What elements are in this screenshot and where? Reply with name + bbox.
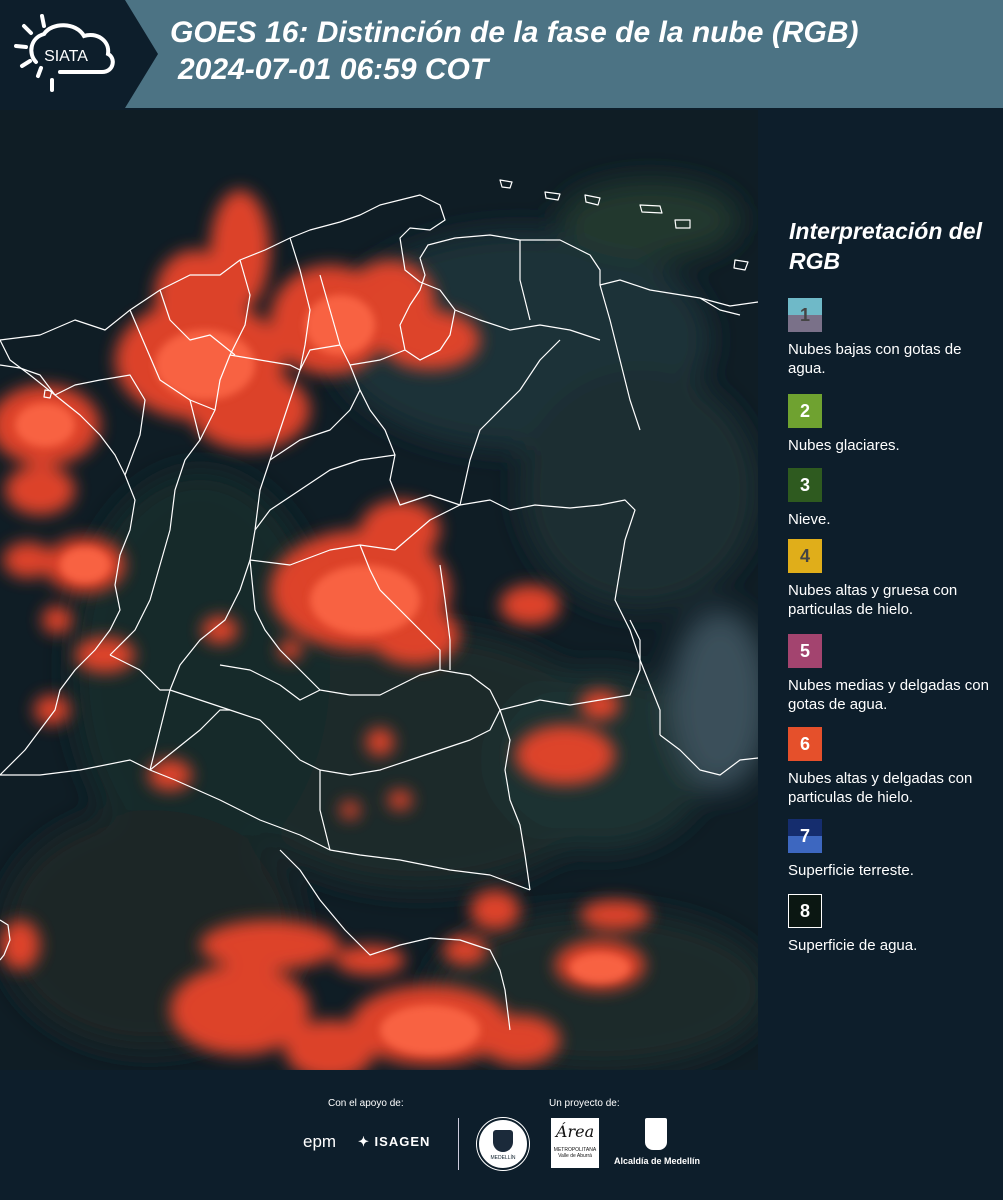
footer-divider — [458, 1118, 459, 1170]
project-label: Un proyecto de: — [549, 1098, 620, 1109]
isagen-icon: ✦ — [358, 1134, 370, 1149]
legend-label-8: Superficie de agua. — [788, 937, 918, 954]
epm-text: epm — [303, 1132, 337, 1151]
area-logo-sub2: Valle de Aburrá — [558, 1153, 592, 1159]
area-logo-main: Área — [555, 1122, 595, 1141]
legend-swatch-8: 8 — [788, 894, 822, 928]
alcaldia-text: Alcaldía de Medellín — [613, 1156, 701, 1166]
legend-swatch-5: 5 — [788, 634, 822, 668]
legend-number-2: 2 — [799, 401, 810, 421]
legend-label-7: Superficie terreste. — [788, 862, 914, 879]
legend-swatch-6: 6 — [788, 727, 822, 761]
title-timestamp: 2024-07-01 06:59 COT — [178, 53, 489, 86]
legend-number-4: 4 — [799, 546, 810, 566]
seal-emblem-icon — [493, 1130, 513, 1152]
legend-swatch-4: 4 — [788, 539, 822, 573]
header-bar: SIATA GOES 16: Distinción de la fase de … — [0, 0, 1003, 108]
legend-item-5: 5 Nubes medias y delgadas con gotas de a… — [788, 634, 1003, 714]
legend-number-3: 3 — [799, 475, 810, 495]
legend-panel: Interpretación del RGB 1 Nubes bajas con… — [760, 110, 1003, 1070]
legend-item-4: 4 Nubes altas y gruesa con particulas de… — [788, 539, 1003, 619]
legend-label-5: Nubes medias y delgadas con gotas de agu… — [788, 677, 989, 713]
siata-logo: SIATA — [0, 0, 160, 108]
medellin-seal: MEDELLÍN — [477, 1118, 529, 1170]
area-metropolitana-logo: Área METROPOLITANA Valle de Aburrá — [551, 1118, 599, 1168]
footer-sponsors: Con el apoyo de: Un proyecto de: epm ✦ I… — [0, 1070, 1003, 1200]
support-label: Con el apoyo de: — [328, 1098, 404, 1109]
satellite-rgb-map — [0, 110, 758, 1070]
title-product: GOES 16: Distinción de la fase de la nub… — [170, 16, 859, 49]
legend-label-6: Nubes altas y delgadas con particulas de… — [788, 770, 973, 806]
svg-text:SIATA: SIATA — [44, 48, 88, 65]
legend-swatch-1: 1 — [788, 298, 822, 332]
legend-number-7: 7 — [799, 826, 810, 846]
page-title: GOES 16: Distinción de la fase de la nub… — [170, 14, 858, 88]
legend-swatch-3: 3 — [788, 468, 822, 502]
legend-swatch-2: 2 — [788, 394, 822, 428]
legend-item-8: 8 Superficie de agua. — [788, 894, 1003, 955]
legend-item-7: 7 Superficie terreste. — [788, 819, 1003, 880]
legend-item-6: 6 Nubes altas y delgadas con particulas … — [788, 727, 1003, 807]
legend-item-1: 1 Nubes bajas con gotas de agua. — [788, 298, 1003, 378]
legend-number-1: 1 — [799, 305, 810, 325]
legend-title: Interpretación del RGB — [789, 218, 982, 274]
epm-logo: epm — [303, 1132, 336, 1152]
isagen-text: ISAGEN — [374, 1134, 431, 1149]
legend-swatch-7: 7 — [788, 819, 822, 853]
legend-label-4: Nubes altas y gruesa con particulas de h… — [788, 582, 958, 618]
legend-number-8: 8 — [799, 901, 810, 921]
isagen-logo: ✦ ISAGEN — [358, 1134, 430, 1150]
legend-label-1: Nubes bajas con gotas de agua. — [788, 341, 962, 377]
alcaldia-logo: Alcaldía de Medellín — [612, 1116, 702, 1170]
alcaldia-shield-icon — [645, 1118, 667, 1150]
legend-item-2: 2 Nubes glaciares. — [788, 394, 1003, 455]
seal-text: MEDELLÍN — [490, 1155, 516, 1161]
legend-label-2: Nubes glaciares. — [788, 437, 900, 454]
legend-number-6: 6 — [799, 734, 810, 754]
legend-item-3: 3 Nieve. — [788, 468, 1003, 529]
legend-number-5: 5 — [799, 641, 810, 661]
legend-label-3: Nieve. — [788, 511, 831, 528]
